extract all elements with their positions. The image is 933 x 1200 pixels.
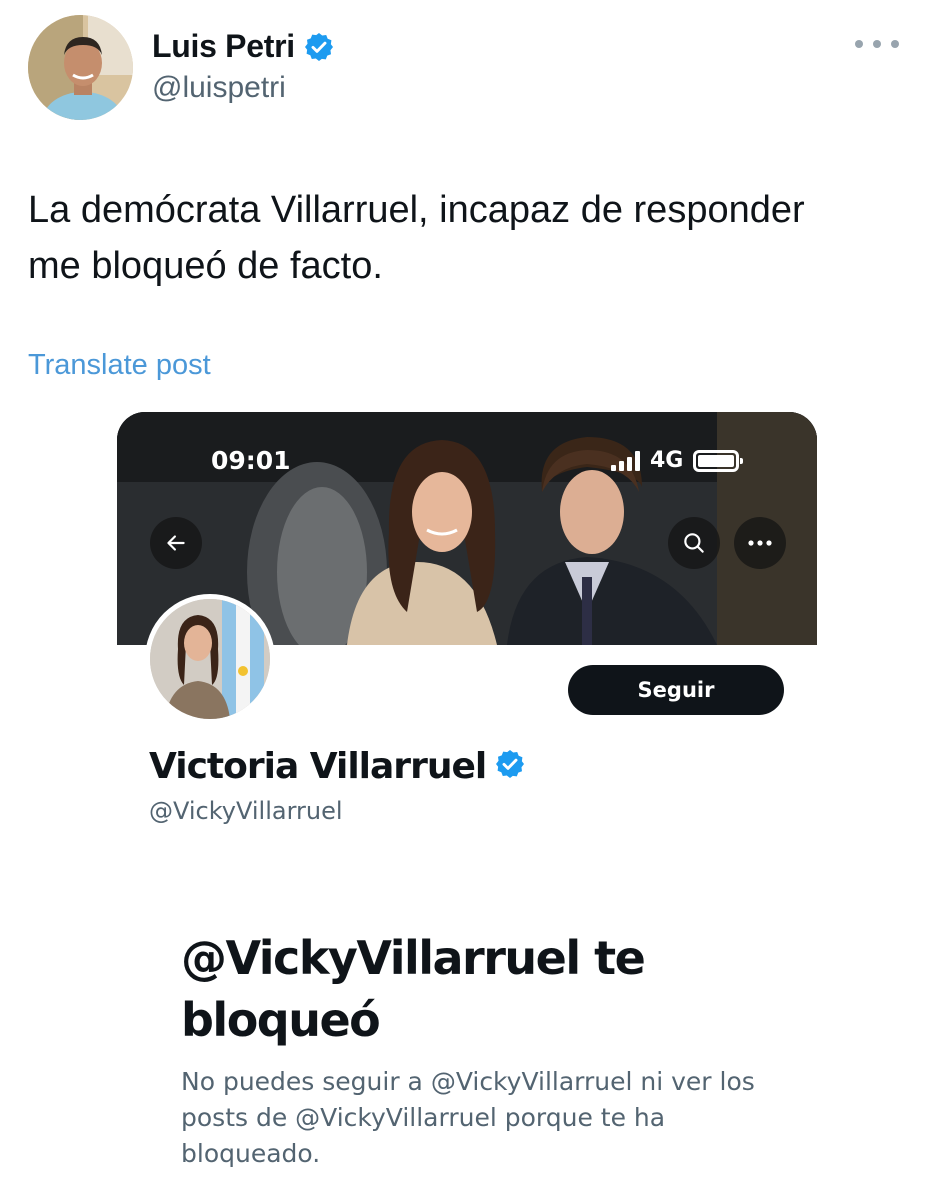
profile-name: Victoria Villarruel	[149, 746, 487, 787]
translate-post-link[interactable]: Translate post	[28, 349, 211, 382]
tweet-text: La demócrata Villarruel, incapaz de resp…	[28, 182, 888, 294]
status-indicators: 4G	[611, 448, 744, 473]
blocked-notice-description: No puedes seguir a @VickyVillarruel ni v…	[181, 1067, 755, 1168]
network-type: 4G	[650, 448, 684, 473]
profile-handle: @VickyVillarruel	[149, 797, 343, 825]
tweet-text-line: La demócrata Villarruel, incapaz de resp…	[28, 189, 805, 231]
verified-badge-icon	[303, 31, 335, 63]
author-handle[interactable]: @luispetri	[152, 71, 335, 105]
author-avatar[interactable]	[28, 15, 133, 120]
status-time: 09:01	[211, 446, 291, 475]
tweet-text-line: me bloqueó de facto.	[28, 245, 383, 287]
attached-image[interactable]: 09:01 4G Seguir Victoria Villarruel @Vic…	[117, 412, 817, 1200]
search-icon[interactable]	[668, 517, 720, 569]
author-name[interactable]: Luis Petri	[152, 28, 295, 65]
more-options-icon[interactable]	[855, 34, 899, 54]
back-arrow-icon[interactable]	[150, 517, 202, 569]
blocked-notice-title: @VickyVillarruel te bloqueó	[181, 931, 646, 1047]
verified-badge-icon	[494, 748, 526, 785]
more-options-icon[interactable]	[734, 517, 786, 569]
profile-avatar[interactable]	[145, 594, 275, 724]
follow-button[interactable]: Seguir	[568, 665, 784, 715]
battery-icon	[693, 449, 744, 472]
signal-icon	[611, 450, 640, 471]
